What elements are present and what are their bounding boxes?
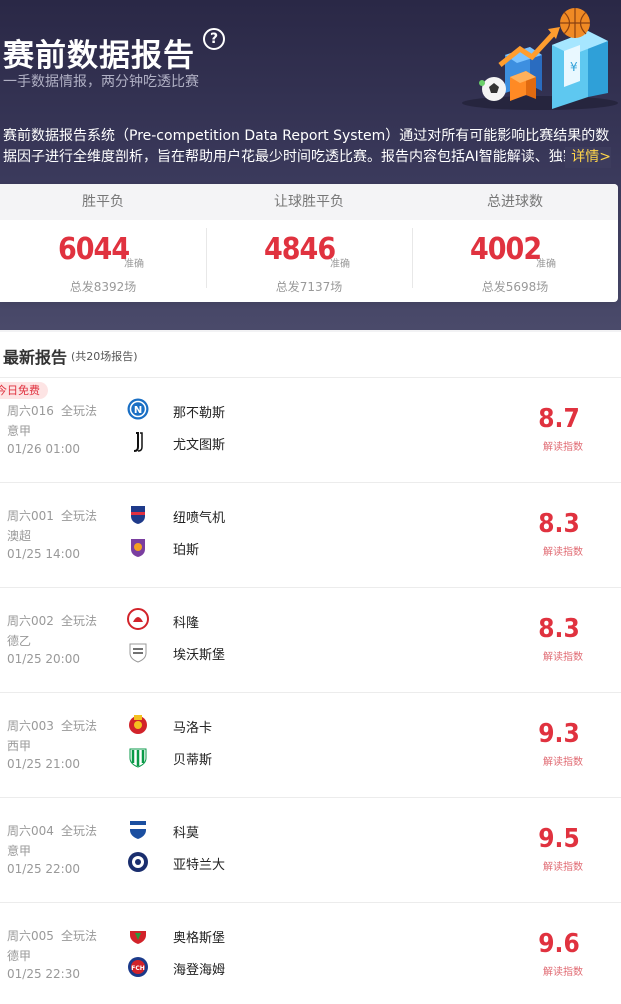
svg-text:FCH: FCH — [131, 965, 145, 972]
interpretation-score-label: 解读指数 — [543, 547, 583, 558]
free-today-badge: 今日免费 — [0, 382, 48, 399]
away-team-name: 亚特兰大 — [173, 858, 226, 873]
away-team-name: 贝蒂斯 — [173, 753, 213, 768]
question-circle-icon[interactable]: ? — [203, 28, 225, 50]
interpretation-score-label: 解读指数 — [543, 757, 583, 768]
league-name: 意甲 — [7, 844, 32, 858]
heidenheim-logo-icon: FCH — [128, 957, 148, 977]
stat-accurate-count: 4846 — [264, 232, 336, 267]
kickoff-time: 01/25 20:00 — [7, 652, 80, 666]
data-report-illustration-icon: ¥ — [462, 8, 618, 110]
home-team-name: 纽喷气机 — [173, 511, 226, 526]
elversberg-logo-icon — [129, 643, 147, 663]
interpretation-score-label: 解读指数 — [543, 967, 583, 978]
stat-total-count: 总发5698场 — [481, 280, 549, 294]
report-count: (共20场报告) — [71, 350, 138, 363]
latest-reports-section: 最新报告 (共20场报告) 今日免费 周六016 全玩法 意甲 01/26 01… — [0, 332, 621, 1004]
interpretation-score: 9.5 — [538, 824, 580, 854]
league-name: 德乙 — [7, 634, 32, 648]
match-number: 周六005 — [7, 929, 54, 943]
play-type: 全玩法 — [61, 929, 98, 943]
stat-total-goals: 4002 准确 总发5698场 — [412, 220, 618, 302]
home-team-name: 科隆 — [173, 616, 200, 631]
league-name: 意甲 — [7, 424, 32, 438]
details-link[interactable]: 详情> — [565, 147, 611, 168]
kickoff-time: 01/26 01:00 — [7, 442, 80, 456]
atalanta-logo-icon — [128, 852, 148, 872]
play-type: 全玩法 — [61, 509, 98, 523]
home-team-name: 奥格斯堡 — [173, 931, 226, 946]
napoli-logo-icon: N — [127, 398, 149, 420]
perth-glory-logo-icon — [131, 539, 145, 557]
betis-logo-icon — [129, 748, 147, 768]
kickoff-time: 01/25 14:00 — [7, 547, 80, 561]
match-number: 周六004 — [7, 824, 54, 838]
match-row[interactable]: 周六002 全玩法 德乙 01/25 20:00 科隆 埃沃斯堡 8.3 解读指… — [0, 588, 621, 692]
interpretation-score: 8.7 — [538, 404, 580, 434]
como-logo-icon — [130, 821, 146, 839]
interpretation-score: 9.3 — [538, 719, 580, 749]
match-row[interactable]: 今日免费 周六016 全玩法 意甲 01/26 01:00 N 那不勒斯 尤文图… — [0, 378, 621, 482]
section-title: 最新报告 — [3, 348, 68, 367]
mallorca-logo-icon — [129, 715, 147, 734]
kickoff-time: 01/25 22:30 — [7, 967, 80, 981]
match-row[interactable]: 周六005 全玩法 德甲 01/25 22:30 FCH 奥格斯堡 海登海姆 9… — [0, 903, 621, 1004]
report-system-description: 赛前数据报告系统（Pre-competition Data Report Sys… — [3, 126, 615, 168]
stat-title-handicap: 让球胜平负 — [274, 194, 344, 210]
league-name: 德甲 — [7, 949, 32, 963]
match-number: 周六003 — [7, 719, 54, 733]
stat-handicap: 4846 准确 总发7137场 — [206, 220, 412, 302]
stat-total-count: 总发7137场 — [275, 280, 343, 294]
svg-text:¥: ¥ — [570, 60, 578, 74]
interpretation-score: 9.6 — [538, 929, 580, 959]
stat-accurate-label: 准确 — [124, 259, 144, 270]
interpretation-score-label: 解读指数 — [543, 862, 583, 873]
home-team-name: 那不勒斯 — [173, 406, 226, 421]
stat-accurate-count: 6044 — [58, 232, 130, 267]
stat-title-total-goals: 总进球数 — [487, 194, 543, 210]
juventus-logo-icon — [133, 432, 143, 452]
svg-text:N: N — [134, 405, 142, 416]
stat-accurate-label: 准确 — [536, 259, 556, 270]
home-team-name: 科莫 — [173, 826, 200, 841]
interpretation-score: 8.3 — [538, 614, 580, 644]
away-team-name: 珀斯 — [173, 543, 200, 558]
match-number: 周六016 — [7, 404, 54, 418]
kickoff-time: 01/25 22:00 — [7, 862, 80, 876]
play-type: 全玩法 — [61, 824, 98, 838]
interpretation-score-label: 解读指数 — [543, 442, 583, 453]
stats-header: 胜平负 让球胜平负 总进球数 — [0, 184, 618, 220]
play-type: 全玩法 — [61, 614, 98, 628]
stat-win-draw-lose: 6044 准确 总发8392场 — [0, 220, 206, 302]
play-type: 全玩法 — [61, 404, 98, 418]
stat-accurate-label: 准确 — [330, 259, 350, 270]
stat-accurate-count: 4002 — [470, 232, 542, 267]
play-type: 全玩法 — [61, 719, 98, 733]
stats-body: 6044 准确 总发8392场 4846 准确 总发7137场 4002 准确 … — [0, 220, 618, 302]
augsburg-logo-icon — [130, 926, 146, 944]
interpretation-score: 8.3 — [538, 509, 580, 539]
league-name: 西甲 — [7, 739, 32, 753]
match-number: 周六002 — [7, 614, 54, 628]
stat-title-win-draw-lose: 胜平负 — [82, 194, 124, 210]
match-row[interactable]: 周六004 全玩法 意甲 01/25 22:00 科莫 亚特兰大 9.5 解读指… — [0, 798, 621, 902]
away-team-name: 海登海姆 — [173, 963, 226, 978]
interpretation-score-label: 解读指数 — [543, 652, 583, 663]
page-subtitle: 一手数据情报，两分钟吃透比赛 — [3, 74, 199, 90]
description-text: 赛前数据报告系统（Pre-competition Data Report Sys… — [3, 128, 610, 165]
koln-logo-icon — [127, 608, 149, 630]
away-team-name: 埃沃斯堡 — [173, 648, 226, 663]
home-team-name: 马洛卡 — [173, 721, 213, 736]
match-row[interactable]: 周六001 全玩法 澳超 01/25 14:00 纽喷气机 珀斯 8.3 解读指… — [0, 483, 621, 587]
league-name: 澳超 — [7, 529, 32, 543]
match-number: 周六001 — [7, 509, 54, 523]
page-title: 赛前数据报告 — [3, 38, 195, 74]
kickoff-time: 01/25 21:00 — [7, 757, 80, 771]
away-team-name: 尤文图斯 — [173, 438, 226, 453]
match-row[interactable]: 周六003 全玩法 西甲 01/25 21:00 马洛卡 贝蒂斯 9.3 解读指… — [0, 693, 621, 797]
accuracy-stats-card: 胜平负 让球胜平负 总进球数 6044 准确 总发8392场 4846 准确 总… — [0, 184, 618, 302]
newcastle-jets-logo-icon — [131, 506, 145, 524]
stat-total-count: 总发8392场 — [69, 280, 137, 294]
